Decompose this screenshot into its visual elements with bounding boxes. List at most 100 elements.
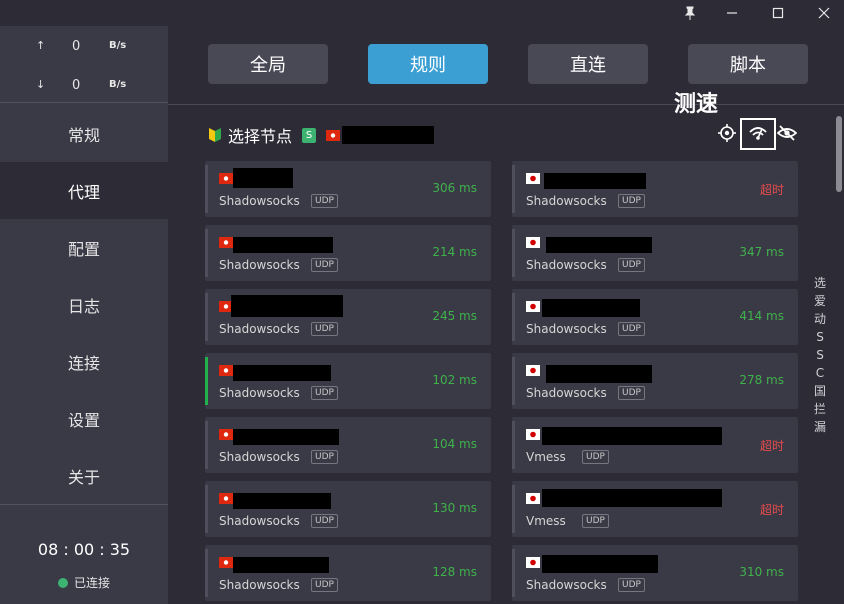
proxy-node-card[interactable]: Vmess UDP 超时 <box>512 417 798 473</box>
group-index-bar: 选 爱 动 S S C 国 拦 漏 <box>812 274 828 436</box>
udp-badge: UDP <box>582 514 609 528</box>
upload-arrow-icon: ↑ <box>36 39 46 52</box>
node-delay[interactable]: 超时 <box>760 501 784 518</box>
proxy-node-card[interactable]: Vmess UDP 超时 <box>512 481 798 537</box>
node-protocol: Shadowsocks <box>526 386 607 400</box>
jp-flag-icon <box>526 173 540 184</box>
nav-settings[interactable]: 设置 <box>0 390 168 447</box>
selection-indicator <box>512 549 515 597</box>
hk-flag-icon <box>219 237 233 248</box>
proxy-node-card[interactable]: Shadowsocks UDP 310 ms <box>512 545 798 601</box>
index-letter[interactable]: 选 <box>814 274 826 292</box>
index-letter[interactable]: S <box>816 328 824 346</box>
speed-test-annotation: 测速 <box>674 92 719 117</box>
index-letter[interactable]: 动 <box>814 310 826 328</box>
group-title: 选择节点 <box>228 127 293 146</box>
node-protocol: Shadowsocks <box>219 386 300 400</box>
node-protocol: Vmess <box>526 514 566 528</box>
sidebar: ↑ 0 B/s ↓ 0 B/s 常规 代理 配置 日志 连接 设置 关于 08 … <box>0 26 168 604</box>
pin-icon[interactable] <box>670 0 710 26</box>
locate-icon-glyph <box>718 124 736 142</box>
node-delay[interactable]: 128 ms <box>432 565 477 579</box>
jp-flag-icon <box>526 429 540 440</box>
redacted-node-name <box>542 427 722 445</box>
mode-direct-button[interactable]: 直连 <box>528 44 648 84</box>
download-value: 0 <box>72 78 81 93</box>
proxy-node-card[interactable]: Shadowsocks UDP 102 ms <box>205 353 491 409</box>
index-letter[interactable]: 漏 <box>814 418 826 436</box>
index-letter[interactable]: C <box>816 364 824 382</box>
proxy-node-card[interactable]: Shadowsocks UDP 278 ms <box>512 353 798 409</box>
index-letter[interactable]: S <box>816 346 824 364</box>
jp-flag-icon <box>526 237 540 248</box>
hk-flag-icon <box>219 173 233 184</box>
jp-flag-icon <box>526 365 540 376</box>
close-button[interactable] <box>804 0 844 26</box>
minimize-button[interactable] <box>712 0 752 26</box>
status-dot-icon <box>57 577 68 588</box>
speedtest-icon[interactable] <box>747 122 769 144</box>
status-text: 已连接 <box>73 576 110 590</box>
node-protocol: Shadowsocks <box>219 514 300 528</box>
maximize-icon <box>772 7 784 19</box>
nav-proxy[interactable]: 代理 <box>0 162 168 219</box>
mode-global-button[interactable]: 全局 <box>208 44 328 84</box>
proxy-node-card[interactable]: Shadowsocks UDP 414 ms <box>512 289 798 345</box>
wifi-speed-icon <box>749 127 767 140</box>
node-delay[interactable]: 超时 <box>760 181 784 198</box>
nav-profiles[interactable]: 配置 <box>0 219 168 276</box>
node-delay[interactable]: 245 ms <box>432 309 477 323</box>
hk-flag-icon <box>219 493 233 504</box>
jp-flag-icon <box>526 557 540 568</box>
proxy-node-card[interactable]: Shadowsocks UDP 104 ms <box>205 417 491 473</box>
nav-general[interactable]: 常规 <box>0 105 168 162</box>
nav-connections[interactable]: 连接 <box>0 333 168 390</box>
nav-logs[interactable]: 日志 <box>0 276 168 333</box>
node-delay[interactable]: 414 ms <box>739 309 784 323</box>
udp-badge: UDP <box>618 258 645 272</box>
eye-off-icon[interactable] <box>776 122 798 144</box>
nav-about[interactable]: 关于 <box>0 447 168 504</box>
proxy-node-card[interactable]: Shadowsocks UDP 128 ms <box>205 545 491 601</box>
udp-badge: UDP <box>618 194 645 208</box>
node-delay[interactable]: 310 ms <box>739 565 784 579</box>
mode-rule-button[interactable]: 规则 <box>368 44 488 84</box>
udp-badge: UDP <box>618 578 645 592</box>
upload-value: 0 <box>72 39 81 54</box>
selection-indicator <box>512 165 515 213</box>
locate-icon[interactable] <box>716 122 738 144</box>
node-delay[interactable]: 278 ms <box>739 373 784 387</box>
proxy-node-card[interactable]: Shadowsocks UDP 超时 <box>512 161 798 217</box>
hk-flag-icon <box>326 129 341 141</box>
redacted-node-name <box>233 429 339 445</box>
index-letter[interactable]: 拦 <box>814 400 826 418</box>
selection-indicator <box>205 549 208 597</box>
proxy-node-card[interactable]: Shadowsocks UDP 347 ms <box>512 225 798 281</box>
index-letter[interactable]: 国 <box>814 382 826 400</box>
proxy-node-card[interactable]: Shadowsocks UDP 130 ms <box>205 481 491 537</box>
proxy-node-card[interactable]: Shadowsocks UDP 214 ms <box>205 225 491 281</box>
node-delay[interactable]: 214 ms <box>432 245 477 259</box>
node-delay[interactable]: 超时 <box>760 437 784 454</box>
close-icon <box>818 7 830 19</box>
proxy-node-card[interactable]: Shadowsocks UDP 245 ms <box>205 289 491 345</box>
node-delay[interactable]: 130 ms <box>432 501 477 515</box>
node-delay[interactable]: 347 ms <box>739 245 784 259</box>
node-delay[interactable]: 306 ms <box>432 181 477 195</box>
scrollbar[interactable] <box>836 116 842 192</box>
hk-flag-icon <box>219 557 233 568</box>
selection-indicator <box>205 421 208 469</box>
mode-script-button[interactable]: 脚本 <box>688 44 808 84</box>
selection-indicator <box>512 485 515 533</box>
node-delay[interactable]: 102 ms <box>432 373 477 387</box>
jp-flag-icon <box>526 493 540 504</box>
udp-badge: UDP <box>311 258 338 272</box>
group-type-badge: S <box>302 127 317 143</box>
index-letter[interactable]: 爱 <box>814 292 826 310</box>
maximize-button[interactable] <box>758 0 798 26</box>
hk-flag-icon <box>219 429 233 440</box>
proxy-node-card[interactable]: Shadowsocks UDP 306 ms <box>205 161 491 217</box>
node-delay[interactable]: 104 ms <box>432 437 477 451</box>
node-protocol: Shadowsocks <box>526 258 607 272</box>
jp-flag-icon <box>526 301 540 312</box>
